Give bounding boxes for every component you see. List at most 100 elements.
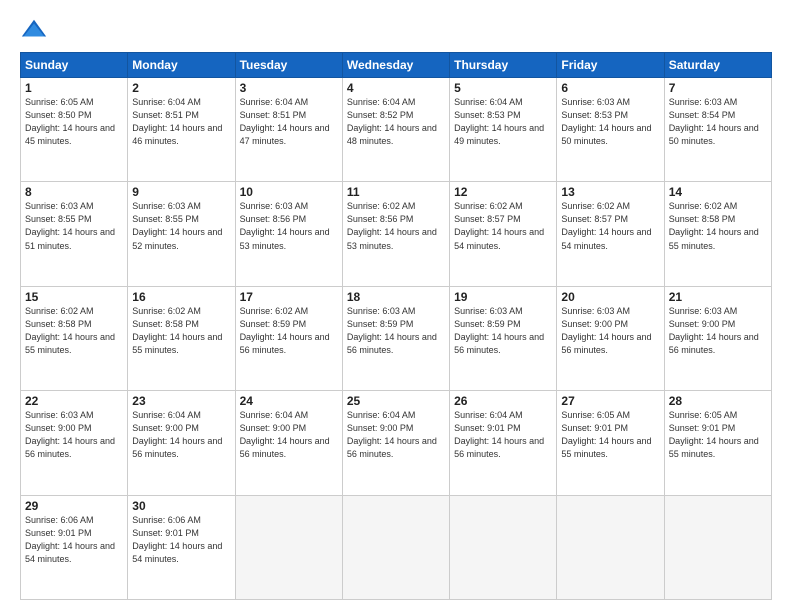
day-cell: 28 Sunrise: 6:05 AMSunset: 9:01 PMDaylig… <box>664 391 771 495</box>
day-cell: 17 Sunrise: 6:02 AMSunset: 8:59 PMDaylig… <box>235 286 342 390</box>
day-number: 23 <box>132 394 230 408</box>
day-info: Sunrise: 6:03 AMSunset: 9:00 PMDaylight:… <box>669 306 759 355</box>
day-cell: 6 Sunrise: 6:03 AMSunset: 8:53 PMDayligh… <box>557 78 664 182</box>
day-number: 28 <box>669 394 767 408</box>
day-number: 1 <box>25 81 123 95</box>
day-info: Sunrise: 6:04 AMSunset: 9:00 PMDaylight:… <box>347 410 437 459</box>
day-number: 17 <box>240 290 338 304</box>
day-number: 24 <box>240 394 338 408</box>
day-info: Sunrise: 6:02 AMSunset: 8:58 PMDaylight:… <box>132 306 222 355</box>
day-info: Sunrise: 6:02 AMSunset: 8:59 PMDaylight:… <box>240 306 330 355</box>
calendar-row: 29 Sunrise: 6:06 AMSunset: 9:01 PMDaylig… <box>21 495 772 599</box>
day-number: 22 <box>25 394 123 408</box>
day-number: 6 <box>561 81 659 95</box>
logo-icon <box>20 16 48 44</box>
day-info: Sunrise: 6:06 AMSunset: 9:01 PMDaylight:… <box>25 515 115 564</box>
day-number: 8 <box>25 185 123 199</box>
calendar-row: 15 Sunrise: 6:02 AMSunset: 8:58 PMDaylig… <box>21 286 772 390</box>
day-info: Sunrise: 6:03 AMSunset: 8:56 PMDaylight:… <box>240 201 330 250</box>
empty-cell <box>342 495 449 599</box>
day-number: 18 <box>347 290 445 304</box>
day-info: Sunrise: 6:03 AMSunset: 8:59 PMDaylight:… <box>347 306 437 355</box>
empty-cell <box>235 495 342 599</box>
day-cell: 22 Sunrise: 6:03 AMSunset: 9:00 PMDaylig… <box>21 391 128 495</box>
logo <box>20 16 52 44</box>
col-monday: Monday <box>128 53 235 78</box>
day-info: Sunrise: 6:04 AMSunset: 8:53 PMDaylight:… <box>454 97 544 146</box>
day-info: Sunrise: 6:03 AMSunset: 9:00 PMDaylight:… <box>25 410 115 459</box>
day-cell: 26 Sunrise: 6:04 AMSunset: 9:01 PMDaylig… <box>450 391 557 495</box>
calendar-row: 1 Sunrise: 6:05 AMSunset: 8:50 PMDayligh… <box>21 78 772 182</box>
day-info: Sunrise: 6:02 AMSunset: 8:58 PMDaylight:… <box>25 306 115 355</box>
day-number: 25 <box>347 394 445 408</box>
day-info: Sunrise: 6:03 AMSunset: 8:55 PMDaylight:… <box>25 201 115 250</box>
day-cell: 19 Sunrise: 6:03 AMSunset: 8:59 PMDaylig… <box>450 286 557 390</box>
day-number: 19 <box>454 290 552 304</box>
day-number: 2 <box>132 81 230 95</box>
day-info: Sunrise: 6:04 AMSunset: 8:52 PMDaylight:… <box>347 97 437 146</box>
day-cell: 7 Sunrise: 6:03 AMSunset: 8:54 PMDayligh… <box>664 78 771 182</box>
col-wednesday: Wednesday <box>342 53 449 78</box>
day-number: 7 <box>669 81 767 95</box>
day-info: Sunrise: 6:05 AMSunset: 9:01 PMDaylight:… <box>561 410 651 459</box>
col-friday: Friday <box>557 53 664 78</box>
day-number: 4 <box>347 81 445 95</box>
empty-cell <box>557 495 664 599</box>
day-info: Sunrise: 6:02 AMSunset: 8:58 PMDaylight:… <box>669 201 759 250</box>
day-number: 27 <box>561 394 659 408</box>
empty-cell <box>664 495 771 599</box>
day-info: Sunrise: 6:03 AMSunset: 8:54 PMDaylight:… <box>669 97 759 146</box>
day-number: 20 <box>561 290 659 304</box>
day-cell: 24 Sunrise: 6:04 AMSunset: 9:00 PMDaylig… <box>235 391 342 495</box>
day-info: Sunrise: 6:03 AMSunset: 8:53 PMDaylight:… <box>561 97 651 146</box>
day-cell: 16 Sunrise: 6:02 AMSunset: 8:58 PMDaylig… <box>128 286 235 390</box>
day-info: Sunrise: 6:04 AMSunset: 9:00 PMDaylight:… <box>132 410 222 459</box>
day-cell: 12 Sunrise: 6:02 AMSunset: 8:57 PMDaylig… <box>450 182 557 286</box>
day-info: Sunrise: 6:03 AMSunset: 8:55 PMDaylight:… <box>132 201 222 250</box>
day-cell: 18 Sunrise: 6:03 AMSunset: 8:59 PMDaylig… <box>342 286 449 390</box>
day-number: 16 <box>132 290 230 304</box>
day-cell: 11 Sunrise: 6:02 AMSunset: 8:56 PMDaylig… <box>342 182 449 286</box>
day-number: 9 <box>132 185 230 199</box>
day-cell: 5 Sunrise: 6:04 AMSunset: 8:53 PMDayligh… <box>450 78 557 182</box>
day-number: 30 <box>132 499 230 513</box>
day-cell: 14 Sunrise: 6:02 AMSunset: 8:58 PMDaylig… <box>664 182 771 286</box>
day-info: Sunrise: 6:05 AMSunset: 8:50 PMDaylight:… <box>25 97 115 146</box>
calendar-row: 8 Sunrise: 6:03 AMSunset: 8:55 PMDayligh… <box>21 182 772 286</box>
day-cell: 10 Sunrise: 6:03 AMSunset: 8:56 PMDaylig… <box>235 182 342 286</box>
day-cell: 15 Sunrise: 6:02 AMSunset: 8:58 PMDaylig… <box>21 286 128 390</box>
day-cell: 2 Sunrise: 6:04 AMSunset: 8:51 PMDayligh… <box>128 78 235 182</box>
calendar-table: Sunday Monday Tuesday Wednesday Thursday… <box>20 52 772 600</box>
day-info: Sunrise: 6:04 AMSunset: 8:51 PMDaylight:… <box>240 97 330 146</box>
day-cell: 21 Sunrise: 6:03 AMSunset: 9:00 PMDaylig… <box>664 286 771 390</box>
day-info: Sunrise: 6:02 AMSunset: 8:56 PMDaylight:… <box>347 201 437 250</box>
col-sunday: Sunday <box>21 53 128 78</box>
empty-cell <box>450 495 557 599</box>
day-info: Sunrise: 6:02 AMSunset: 8:57 PMDaylight:… <box>454 201 544 250</box>
day-info: Sunrise: 6:05 AMSunset: 9:01 PMDaylight:… <box>669 410 759 459</box>
col-thursday: Thursday <box>450 53 557 78</box>
day-number: 14 <box>669 185 767 199</box>
calendar-header-row: Sunday Monday Tuesday Wednesday Thursday… <box>21 53 772 78</box>
day-info: Sunrise: 6:03 AMSunset: 9:00 PMDaylight:… <box>561 306 651 355</box>
day-cell: 8 Sunrise: 6:03 AMSunset: 8:55 PMDayligh… <box>21 182 128 286</box>
col-tuesday: Tuesday <box>235 53 342 78</box>
day-info: Sunrise: 6:02 AMSunset: 8:57 PMDaylight:… <box>561 201 651 250</box>
day-number: 15 <box>25 290 123 304</box>
day-cell: 4 Sunrise: 6:04 AMSunset: 8:52 PMDayligh… <box>342 78 449 182</box>
day-cell: 1 Sunrise: 6:05 AMSunset: 8:50 PMDayligh… <box>21 78 128 182</box>
day-cell: 29 Sunrise: 6:06 AMSunset: 9:01 PMDaylig… <box>21 495 128 599</box>
day-info: Sunrise: 6:03 AMSunset: 8:59 PMDaylight:… <box>454 306 544 355</box>
day-number: 21 <box>669 290 767 304</box>
day-cell: 30 Sunrise: 6:06 AMSunset: 9:01 PMDaylig… <box>128 495 235 599</box>
col-saturday: Saturday <box>664 53 771 78</box>
day-number: 12 <box>454 185 552 199</box>
day-cell: 3 Sunrise: 6:04 AMSunset: 8:51 PMDayligh… <box>235 78 342 182</box>
day-cell: 13 Sunrise: 6:02 AMSunset: 8:57 PMDaylig… <box>557 182 664 286</box>
day-number: 3 <box>240 81 338 95</box>
day-cell: 9 Sunrise: 6:03 AMSunset: 8:55 PMDayligh… <box>128 182 235 286</box>
day-number: 29 <box>25 499 123 513</box>
calendar-row: 22 Sunrise: 6:03 AMSunset: 9:00 PMDaylig… <box>21 391 772 495</box>
page: Sunday Monday Tuesday Wednesday Thursday… <box>0 0 792 612</box>
day-cell: 27 Sunrise: 6:05 AMSunset: 9:01 PMDaylig… <box>557 391 664 495</box>
